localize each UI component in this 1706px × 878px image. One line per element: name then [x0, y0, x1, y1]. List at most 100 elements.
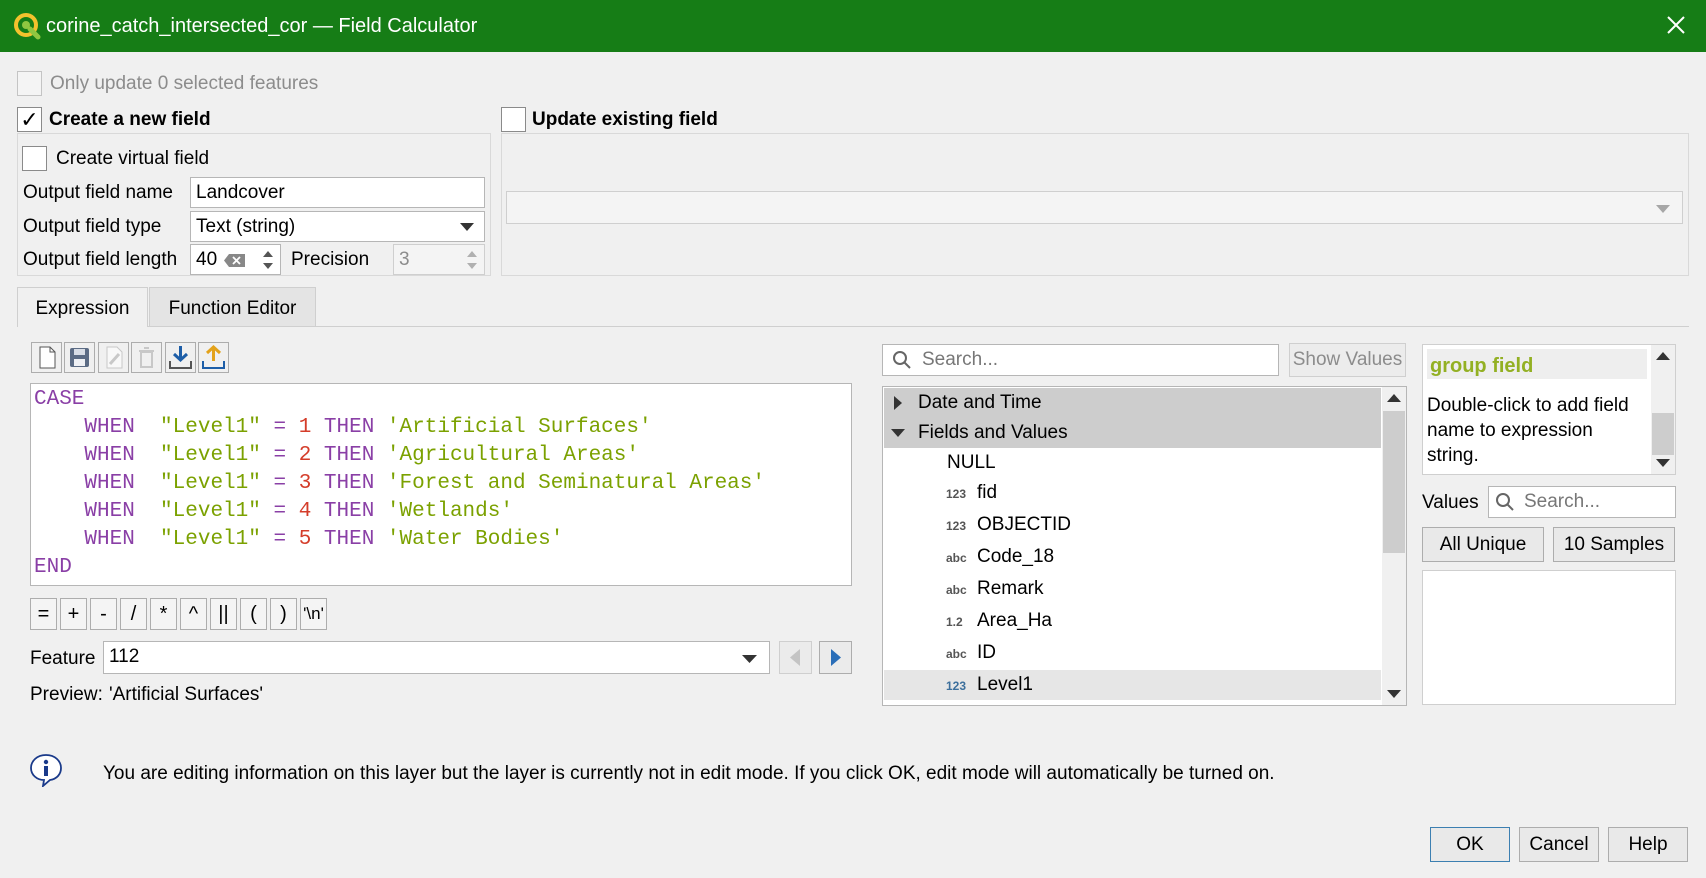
values-list[interactable]	[1422, 570, 1676, 705]
all-unique-button[interactable]: All Unique	[1422, 527, 1544, 562]
import-icon	[169, 346, 192, 369]
function-tree: Date and Time Fields and Values NULL 123…	[882, 386, 1407, 706]
tree-item-level1[interactable]: 123 Level1	[884, 670, 1381, 700]
output-name-label: Output field name	[23, 182, 173, 203]
clear-icon[interactable]	[224, 254, 246, 267]
edit-button[interactable]	[98, 342, 129, 373]
operator-plus-button[interactable]: +	[60, 598, 87, 630]
expand-arrow-icon[interactable]	[893, 396, 903, 410]
operator-concat-button[interactable]: ||	[210, 598, 237, 630]
operator-multiply-button[interactable]: *	[150, 598, 177, 630]
new-file-button[interactable]	[31, 342, 62, 373]
operator-minus-button[interactable]: -	[90, 598, 117, 630]
operator-newline-button[interactable]: '\n'	[300, 598, 327, 630]
tree-item-code18[interactable]: abc Code_18	[884, 542, 1381, 572]
info-message: You are editing information on this laye…	[103, 763, 1275, 784]
tree-item-label: NULL	[947, 452, 996, 473]
scroll-up-icon[interactable]	[1656, 351, 1670, 361]
chevron-down-icon	[460, 223, 474, 231]
expression-token: THEN	[323, 500, 375, 523]
values-search-input[interactable]: Search...	[1488, 486, 1676, 518]
field-type-badge: 123	[946, 679, 967, 693]
feature-select[interactable]: 112	[103, 641, 770, 674]
save-button[interactable]	[64, 342, 95, 373]
tab-bar-divider	[17, 326, 1689, 327]
help-scrollbar[interactable]	[1651, 345, 1675, 474]
expression-token: END	[34, 556, 72, 579]
expression-token: 5	[298, 528, 312, 551]
expression-editor[interactable]: CASE WHEN "Level1" = 1 THEN 'Artificial …	[30, 383, 852, 586]
expression-token: THEN	[323, 528, 375, 551]
ten-samples-button[interactable]: 10 Samples	[1553, 527, 1675, 562]
expression-token: WHEN	[84, 472, 135, 495]
expression-token: "Level1"	[134, 528, 274, 551]
operator-divide-button[interactable]: /	[120, 598, 147, 630]
tree-item-objectid[interactable]: 123 OBJECTID	[884, 510, 1381, 540]
tree-item-fid[interactable]: 123 fid	[884, 478, 1381, 508]
scrollbar-thumb[interactable]	[1383, 411, 1405, 553]
tree-group-date-time[interactable]: Date and Time	[884, 388, 1381, 418]
next-feature-button[interactable]	[819, 641, 852, 674]
field-type-badge: 123	[946, 487, 967, 501]
tree-scrollbar[interactable]	[1382, 387, 1406, 705]
create-new-field-checkbox[interactable]: ✓	[17, 107, 42, 132]
collapse-arrow-icon[interactable]	[891, 428, 905, 438]
expression-token: 3	[298, 472, 312, 495]
expression-token: 'Forest and Seminatural Areas'	[374, 472, 765, 495]
only-selected-checkbox[interactable]	[17, 71, 42, 96]
expression-token	[286, 444, 299, 467]
spin-arrows-icon[interactable]	[261, 248, 275, 272]
scrollbar-thumb[interactable]	[1652, 413, 1674, 455]
precision-spinbox[interactable]: 3	[393, 244, 485, 275]
output-name-input[interactable]: Landcover	[190, 177, 485, 208]
export-button[interactable]	[198, 342, 229, 373]
function-search-input[interactable]: Search...	[882, 344, 1279, 376]
operator-equals-button[interactable]: =	[30, 598, 57, 630]
expression-token: "Level1"	[134, 444, 274, 467]
window-title: corine_catch_intersected_cor — Field Cal…	[46, 15, 478, 37]
tree-item-area-ha[interactable]: 1.2 Area_Ha	[884, 606, 1381, 636]
tab-expression[interactable]: Expression	[17, 287, 148, 327]
help-body: Double-click to add field name to expres…	[1427, 395, 1629, 466]
tree-item-id[interactable]: abc ID	[884, 638, 1381, 668]
create-new-field-label: Create a new field	[49, 109, 211, 130]
existing-field-select[interactable]	[506, 191, 1683, 224]
only-selected-label: Only update 0 selected features	[50, 73, 319, 94]
expression-token: =	[273, 444, 287, 467]
scroll-up-icon[interactable]	[1387, 393, 1401, 403]
close-icon[interactable]	[1664, 13, 1688, 37]
ok-button[interactable]: OK	[1430, 827, 1510, 862]
expression-token: =	[273, 472, 287, 495]
expression-token: "Level1"	[134, 416, 274, 439]
operator-open-paren-button[interactable]: (	[240, 598, 267, 630]
scroll-down-icon[interactable]	[1387, 689, 1401, 699]
delete-button[interactable]	[131, 342, 162, 373]
update-existing-checkbox[interactable]	[501, 107, 526, 132]
expression-token: 4	[298, 500, 312, 523]
tree-item-null[interactable]: NULL	[884, 448, 1381, 478]
expression-token	[34, 528, 84, 551]
expression-line: WHEN "Level1" = 1 THEN 'Artificial Surfa…	[34, 414, 848, 442]
tree-item-remark[interactable]: abc Remark	[884, 574, 1381, 604]
operator-power-button[interactable]: ^	[180, 598, 207, 630]
tree-group-fields-values[interactable]: Fields and Values	[884, 418, 1381, 448]
output-type-select[interactable]: Text (string)	[190, 211, 485, 242]
expression-line: WHEN "Level1" = 4 THEN 'Wetlands'	[34, 498, 848, 526]
operator-close-paren-button[interactable]: )	[270, 598, 297, 630]
scroll-down-icon[interactable]	[1656, 458, 1670, 468]
help-title: group field	[1427, 349, 1647, 379]
expression-token: THEN	[323, 472, 375, 495]
show-values-button[interactable]: Show Values	[1289, 343, 1406, 377]
precision-value: 3	[399, 249, 410, 270]
help-button[interactable]: Help	[1608, 827, 1688, 862]
previous-feature-button[interactable]	[779, 641, 812, 674]
expression-token: WHEN	[84, 528, 135, 551]
import-button[interactable]	[165, 342, 196, 373]
expression-line: WHEN "Level1" = 5 THEN 'Water Bodies'	[34, 526, 848, 554]
cancel-button[interactable]: Cancel	[1519, 827, 1599, 862]
tree-group-label: Date and Time	[918, 392, 1042, 413]
create-virtual-checkbox[interactable]	[22, 146, 47, 171]
expression-token: =	[273, 416, 287, 439]
output-length-spinbox[interactable]: 40	[190, 244, 281, 275]
tab-function-editor[interactable]: Function Editor	[149, 287, 316, 326]
